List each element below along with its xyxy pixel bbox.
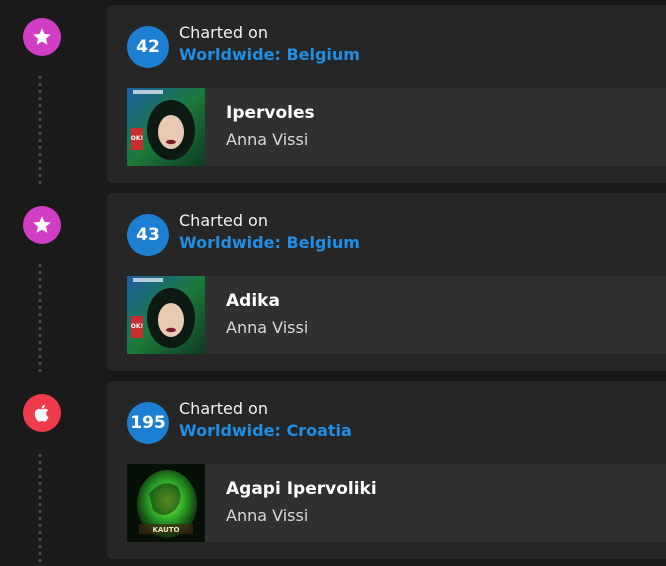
rank-badge: 42 xyxy=(127,26,169,68)
track-title[interactable]: Agapi Ipervoliki xyxy=(226,479,377,499)
track-row[interactable]: OK! Ipervoles Anna Vissi xyxy=(127,88,666,166)
star-icon xyxy=(23,206,61,244)
track-row[interactable]: OK! Adika Anna Vissi xyxy=(127,276,666,354)
charted-on-label: Charted on xyxy=(179,211,268,230)
chart-entry-card: 43 Charted on Worldwide: Belgium OK! Adi… xyxy=(107,193,666,371)
chart-link[interactable]: Worldwide: Croatia xyxy=(179,421,352,441)
track-artist[interactable]: Anna Vissi xyxy=(226,506,308,525)
timeline-connector xyxy=(38,452,42,562)
chart-entry-card: 195 Charted on Worldwide: Croatia KAUTO … xyxy=(107,381,666,559)
charted-on-label: Charted on xyxy=(179,23,268,42)
chart-link[interactable]: Worldwide: Belgium xyxy=(179,233,360,253)
track-artist[interactable]: Anna Vissi xyxy=(226,318,308,337)
chart-link[interactable]: Worldwide: Belgium xyxy=(179,45,360,65)
apple-icon xyxy=(23,394,61,432)
album-cover[interactable]: KAUTO xyxy=(127,464,205,542)
timeline-rail xyxy=(0,0,107,566)
cover-logo: OK! xyxy=(131,135,144,142)
track-title[interactable]: Adika xyxy=(226,291,280,311)
timeline-connector xyxy=(38,262,42,372)
cover-logo: OK! xyxy=(131,323,144,330)
album-cover[interactable]: OK! xyxy=(127,88,205,166)
track-title[interactable]: Ipervoles xyxy=(226,103,315,123)
charted-on-label: Charted on xyxy=(179,399,268,418)
cover-logo: KAUTO xyxy=(152,526,179,534)
star-icon xyxy=(23,18,61,56)
rank-badge: 43 xyxy=(127,214,169,256)
album-cover[interactable]: OK! xyxy=(127,276,205,354)
chart-entry-card: 42 Charted on Worldwide: Belgium OK! Ipe… xyxy=(107,5,666,183)
rank-badge: 195 xyxy=(127,402,169,444)
track-row[interactable]: KAUTO Agapi Ipervoliki Anna Vissi xyxy=(127,464,666,542)
timeline-connector xyxy=(38,74,42,184)
track-artist[interactable]: Anna Vissi xyxy=(226,130,308,149)
